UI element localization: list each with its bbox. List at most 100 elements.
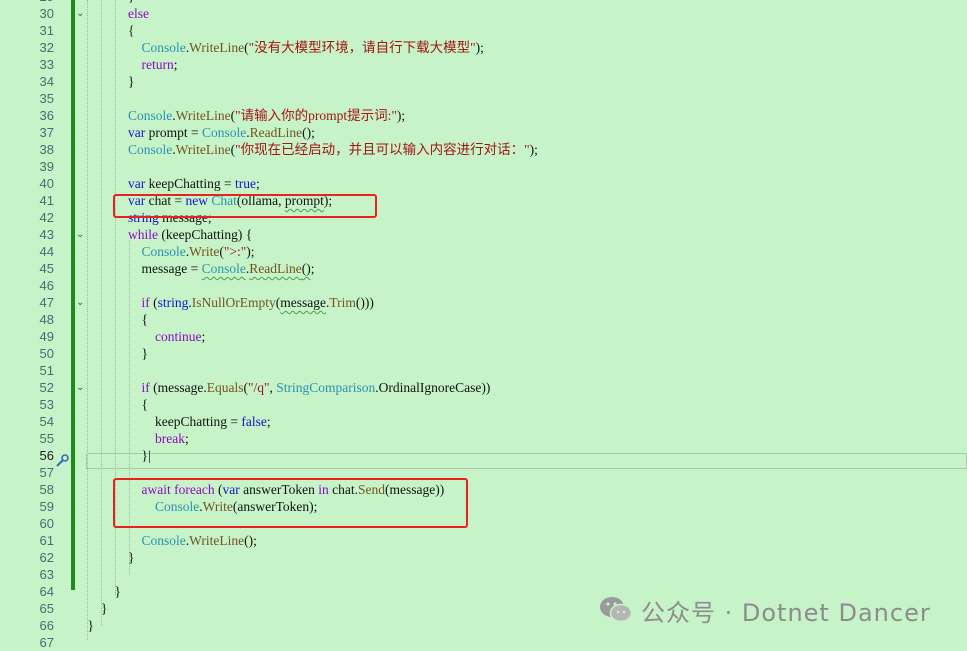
code-line[interactable]: 47 ⌄ if (string.IsNullOrEmpty(message.Trim… (0, 294, 967, 311)
wechat-icon (600, 597, 633, 623)
line-number: 34 (39, 74, 54, 89)
line-number: 39 (39, 159, 54, 174)
line-number: 58 (39, 482, 54, 497)
line-number: 44 (39, 244, 54, 259)
line-number: 52 (39, 380, 54, 395)
code-text: { (141, 312, 148, 327)
code-line[interactable]: 33 return; (0, 56, 967, 73)
code-text: if (message.Equals("/q", StringCompariso… (141, 380, 491, 395)
fold-toggle-icon[interactable]: ⌄ (76, 294, 86, 311)
line-number: 57 (39, 465, 54, 480)
code-line[interactable]: 34} (0, 73, 967, 90)
watermark-text: 公众号 · Dotnet Dancer (641, 598, 931, 627)
quick-actions-icon[interactable] (55, 454, 69, 468)
fold-toggle-icon[interactable]: ⌄ (76, 379, 86, 396)
line-number: 46 (39, 278, 54, 293)
line-number: 63 (39, 567, 54, 582)
code-line[interactable]: 39 (0, 158, 967, 175)
line-number: 62 (39, 550, 54, 565)
fold-toggle-icon[interactable]: ⌄ (76, 5, 86, 22)
code-line[interactable]: 51 (0, 362, 967, 379)
code-line[interactable]: 36 Console.WriteLine("请输入你的prompt提示词:"); (0, 107, 967, 124)
code-line[interactable]: 38 Console.WriteLine("你现在已经启动，并且可以输入内容进行对… (0, 141, 967, 158)
code-text: keepChatting = false; (155, 414, 271, 429)
code-text: Console.WriteLine(); (141, 533, 257, 548)
line-number: 30 (39, 6, 54, 21)
code-line[interactable]: 49 continue; (0, 328, 967, 345)
line-number: 38 (39, 142, 54, 157)
code-text: while (keepChatting) { (128, 227, 253, 242)
line-number: 42 (39, 210, 54, 225)
code-text: else (128, 6, 149, 21)
line-number: 49 (39, 329, 54, 344)
code-line[interactable]: 53 { (0, 396, 967, 413)
code-line[interactable]: 43 ⌄ while (keepChatting) { (0, 226, 967, 243)
line-number: 67 (39, 635, 54, 650)
code-line[interactable]: 37 var prompt = Console.ReadLine(); (0, 124, 967, 141)
code-text: var prompt = Console.ReadLine(); (128, 125, 315, 140)
line-number: 60 (39, 516, 54, 531)
line-number: 48 (39, 312, 54, 327)
code-line[interactable]: 32 Console.WriteLine("没有大模型环境，请自行下载大模型"); (0, 39, 967, 56)
code-line[interactable]: 48 { (0, 311, 967, 328)
line-number: 53 (39, 397, 54, 412)
line-number: 33 (39, 57, 54, 72)
code-text: } (128, 550, 135, 565)
code-text: } (87, 618, 94, 633)
code-text: Console.WriteLine("你现在已经启动，并且可以输入内容进行对话：… (128, 142, 538, 157)
code-text: var keepChatting = true; (128, 176, 260, 191)
code-line[interactable]: 45 message = Console.ReadLine(); (0, 260, 967, 277)
line-number: 64 (39, 584, 54, 599)
code-text: { (141, 397, 148, 412)
code-line[interactable]: 31 { (0, 22, 967, 39)
line-number: 55 (39, 431, 54, 446)
line-number: 54 (39, 414, 54, 429)
code-text: Console.WriteLine("请输入你的prompt提示词:"); (128, 108, 406, 123)
code-text: Console.Write(">:"); (141, 244, 255, 259)
code-line[interactable]: 55 break; (0, 430, 967, 447)
line-number: 31 (39, 23, 54, 38)
line-number: 50 (39, 346, 54, 361)
code-text: return; (141, 57, 178, 72)
code-line[interactable]: 35 (0, 90, 967, 107)
code-line[interactable]: 52 ⌄ if (message.Equals("/q", StringCompar… (0, 379, 967, 396)
code-line[interactable]: 61 Console.WriteLine(); (0, 532, 967, 549)
code-text: }| (141, 448, 151, 463)
code-line[interactable]: 40 var keepChatting = true; (0, 175, 967, 192)
code-editor[interactable]: 29}30⌄else31{32Console.WriteLine("没有大模型环… (0, 0, 967, 651)
code-text: } (141, 346, 148, 361)
highlight-box-chat-init (113, 194, 377, 218)
fold-toggle-icon[interactable]: ⌄ (76, 226, 86, 243)
code-text: continue; (155, 329, 206, 344)
line-number: 36 (39, 108, 54, 123)
code-line[interactable]: 54 keepChatting = false; (0, 413, 967, 430)
code-line[interactable]: 50} (0, 345, 967, 362)
line-number: 35 (39, 91, 54, 106)
highlight-box-await-foreach (113, 478, 468, 528)
line-number: 59 (39, 499, 54, 514)
line-number: 45 (39, 261, 54, 276)
code-line[interactable]: 63 (0, 566, 967, 583)
code-text: } (114, 584, 121, 599)
line-number: 56 (39, 448, 54, 463)
code-text: } (128, 74, 135, 89)
code-text: message = Console.ReadLine(); (141, 261, 315, 276)
line-number: 65 (39, 601, 54, 616)
code-line[interactable]: 67 (0, 634, 967, 651)
code-text: } (101, 601, 108, 616)
code-text: { (128, 23, 135, 38)
code-line[interactable]: 44 Console.Write(">:"); (0, 243, 967, 260)
line-number: 41 (39, 193, 54, 208)
code-text: Console.WriteLine("没有大模型环境，请自行下载大模型"); (141, 40, 484, 55)
line-number: 51 (39, 363, 54, 378)
code-line[interactable]: 46 (0, 277, 967, 294)
code-line[interactable]: 56 }| (0, 447, 967, 464)
line-number: 40 (39, 176, 54, 191)
line-number: 61 (39, 533, 54, 548)
code-line[interactable]: 30 ⌄ else (0, 5, 967, 22)
line-number: 47 (39, 295, 54, 310)
code-text: if (string.IsNullOrEmpty(message.Trim())… (141, 295, 374, 310)
code-line[interactable]: 62} (0, 549, 967, 566)
line-number: 43 (39, 227, 54, 242)
line-number: 66 (39, 618, 54, 633)
